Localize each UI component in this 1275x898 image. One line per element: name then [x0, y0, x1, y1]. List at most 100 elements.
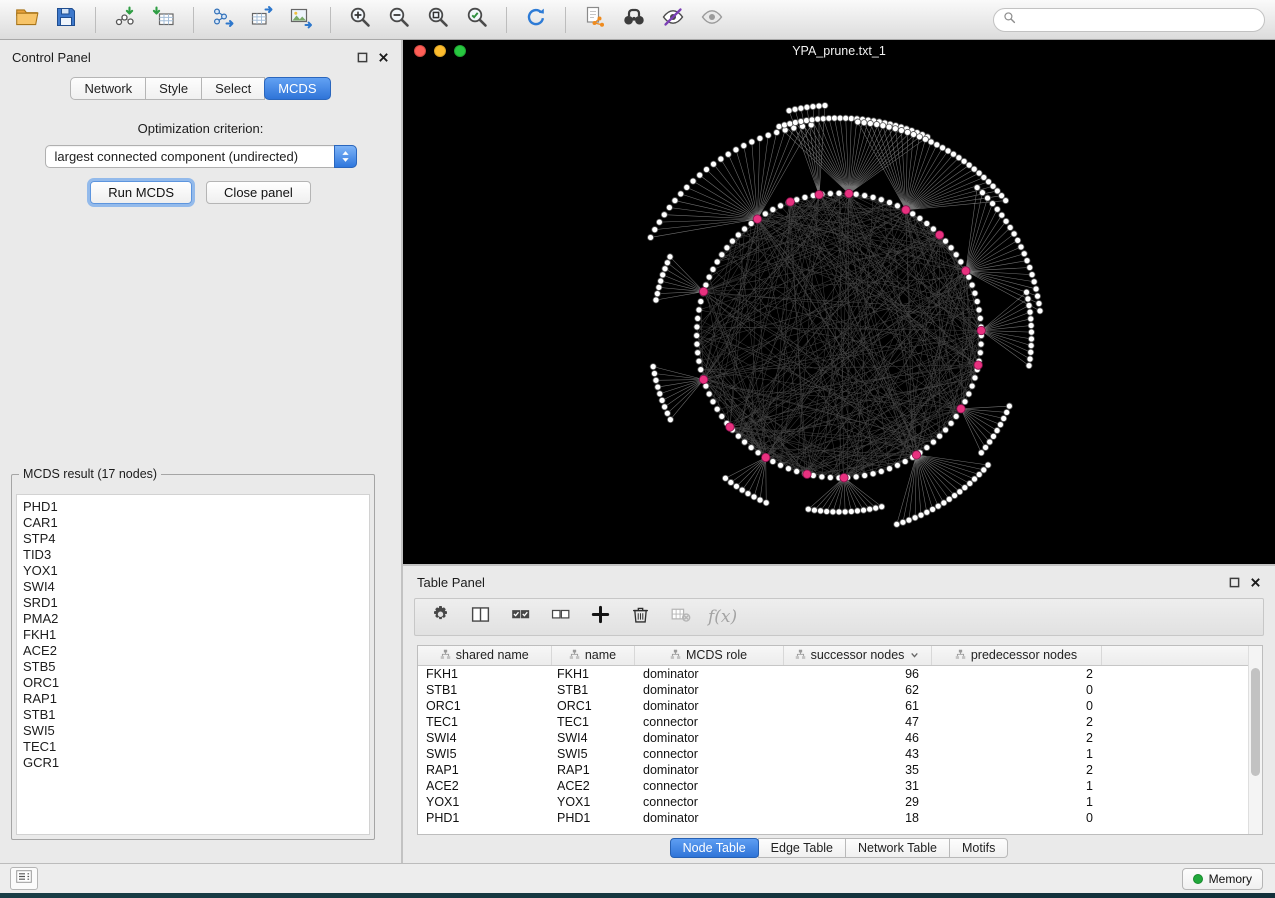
mcds-result-item[interactable]: SRD1 — [23, 595, 369, 611]
column-header-name[interactable]: name — [551, 646, 634, 666]
import-network-button[interactable] — [108, 5, 142, 35]
delete-column-button[interactable] — [628, 603, 652, 631]
search-input[interactable] — [1022, 12, 1255, 28]
column-header-shared-name[interactable]: shared name — [418, 646, 551, 666]
save-button[interactable] — [49, 5, 83, 35]
table-scrollbar-thumb[interactable] — [1251, 668, 1260, 776]
select-all-button[interactable] — [508, 603, 532, 631]
mcds-result-item[interactable]: ACE2 — [23, 643, 369, 659]
table-row[interactable]: FKH1FKH1dominator962 — [418, 666, 1249, 683]
table-row[interactable]: RAP1RAP1dominator352 — [418, 762, 1249, 778]
mcds-result-item[interactable]: RAP1 — [23, 691, 369, 707]
mcds-result-item[interactable]: TEC1 — [23, 739, 369, 755]
tab-network-table[interactable]: Network Table — [845, 838, 950, 858]
mcds-result-item[interactable]: PHD1 — [23, 499, 369, 515]
refresh-button[interactable] — [519, 5, 553, 35]
table-row[interactable]: YOX1YOX1connector291 — [418, 794, 1249, 810]
mcds-result-item[interactable]: GCR1 — [23, 755, 369, 771]
find-button[interactable] — [617, 5, 651, 35]
close-panel-button[interactable]: Close panel — [206, 181, 311, 204]
table-row[interactable]: ORC1ORC1dominator610 — [418, 698, 1249, 714]
mcds-result-item[interactable]: YOX1 — [23, 563, 369, 579]
table-scrollbar[interactable] — [1248, 646, 1262, 834]
zoom-fit-icon — [426, 5, 450, 34]
copy-view-button[interactable] — [578, 5, 612, 35]
memory-button[interactable]: Memory — [1182, 868, 1263, 890]
tab-edge-table[interactable]: Edge Table — [758, 838, 846, 858]
mcds-result-item[interactable]: STB5 — [23, 659, 369, 675]
export-network-button[interactable] — [206, 5, 240, 35]
network-canvas[interactable] — [403, 62, 1275, 564]
network-view-window: YPA_prune.txt_1 — [403, 40, 1275, 564]
tab-mcds[interactable]: MCDS — [264, 77, 330, 100]
control-panel-header: Control Panel — [0, 40, 401, 70]
function-builder-label: f(x) — [708, 607, 737, 627]
toolbar-separator — [565, 7, 566, 33]
table-row[interactable]: TEC1TEC1connector472 — [418, 714, 1249, 730]
zoom-in-button[interactable] — [343, 5, 377, 35]
table-row[interactable]: PHD1PHD1dominator180 — [418, 810, 1249, 826]
close-table-panel-icon[interactable] — [1250, 577, 1261, 588]
mcds-result-item[interactable]: CAR1 — [23, 515, 369, 531]
mcds-result-item[interactable]: STP4 — [23, 531, 369, 547]
mcds-result-item[interactable]: ORC1 — [23, 675, 369, 691]
optimization-criterion-select[interactable]: largest connected component (undirected) — [45, 145, 357, 168]
column-header-successor-nodes[interactable]: successor nodes — [783, 646, 931, 666]
export-image-button[interactable] — [284, 5, 318, 35]
mcds-result-item[interactable]: TID3 — [23, 547, 369, 563]
tab-select[interactable]: Select — [201, 77, 265, 100]
maximize-window-icon[interactable] — [454, 45, 466, 57]
tab-network[interactable]: Network — [70, 77, 146, 100]
run-mcds-button[interactable]: Run MCDS — [90, 181, 192, 204]
refresh-icon — [524, 5, 548, 34]
column-header-MCDS-role[interactable]: MCDS role — [634, 646, 783, 666]
table-panel-footer: Node TableEdge TableNetwork TableMotifs — [403, 832, 1275, 863]
tab-motifs[interactable]: Motifs — [949, 838, 1008, 858]
hide-graphics-button[interactable] — [656, 5, 690, 35]
delete-column-icon — [630, 604, 651, 630]
network-window-titlebar[interactable]: YPA_prune.txt_1 — [403, 40, 1275, 62]
gear-button[interactable] — [428, 603, 452, 631]
split-columns-button[interactable] — [468, 603, 492, 631]
panel-toggle-button[interactable] — [10, 867, 38, 890]
column-header-filler — [1101, 646, 1249, 666]
table-row[interactable]: ACE2ACE2connector311 — [418, 778, 1249, 794]
hide-column-button — [668, 603, 692, 631]
zoom-selected-icon — [465, 5, 489, 34]
close-window-icon[interactable] — [414, 45, 426, 57]
export-table-button[interactable] — [245, 5, 279, 35]
mcds-result-item[interactable]: FKH1 — [23, 627, 369, 643]
application-window: Control Panel NetworkStyleSelectMCDS Opt… — [0, 0, 1275, 893]
tab-node-table[interactable]: Node Table — [670, 838, 759, 858]
select-all-icon — [510, 604, 531, 630]
mcds-result-item[interactable]: STB1 — [23, 707, 369, 723]
add-column-button[interactable] — [588, 603, 612, 631]
float-panel-icon[interactable] — [357, 52, 368, 63]
mcds-result-item[interactable]: SWI4 — [23, 579, 369, 595]
mcds-result-list[interactable]: PHD1CAR1STP4TID3YOX1SWI4SRD1PMA2FKH1ACE2… — [16, 494, 370, 835]
zoom-out-button[interactable] — [382, 5, 416, 35]
deselect-all-icon — [550, 604, 571, 630]
close-panel-icon[interactable] — [378, 52, 389, 63]
table-panel-header: Table Panel — [403, 566, 1275, 594]
tab-style[interactable]: Style — [145, 77, 202, 100]
open-folder-button[interactable] — [10, 5, 44, 35]
search-box[interactable] — [993, 8, 1265, 32]
mcds-result-item[interactable]: SWI5 — [23, 723, 369, 739]
float-table-panel-icon[interactable] — [1229, 577, 1240, 588]
table-row[interactable]: SWI4SWI4dominator462 — [418, 730, 1249, 746]
import-table-button[interactable] — [147, 5, 181, 35]
mcds-result-item[interactable]: PMA2 — [23, 611, 369, 627]
table-row[interactable]: STB1STB1dominator620 — [418, 682, 1249, 698]
table-panel-title: Table Panel — [417, 575, 485, 590]
table-row[interactable]: SWI5SWI5connector431 — [418, 746, 1249, 762]
zoom-fit-button[interactable] — [421, 5, 455, 35]
toolbar-separator — [330, 7, 331, 33]
deselect-all-button[interactable] — [548, 603, 572, 631]
minimize-window-icon[interactable] — [434, 45, 446, 57]
show-graphics-button[interactable] — [695, 5, 729, 35]
table-panel: Table Panel f(x) shared namenameMCDS rol… — [403, 564, 1275, 863]
export-network-icon — [211, 5, 235, 34]
zoom-selected-button[interactable] — [460, 5, 494, 35]
column-header-predecessor-nodes[interactable]: predecessor nodes — [931, 646, 1101, 666]
